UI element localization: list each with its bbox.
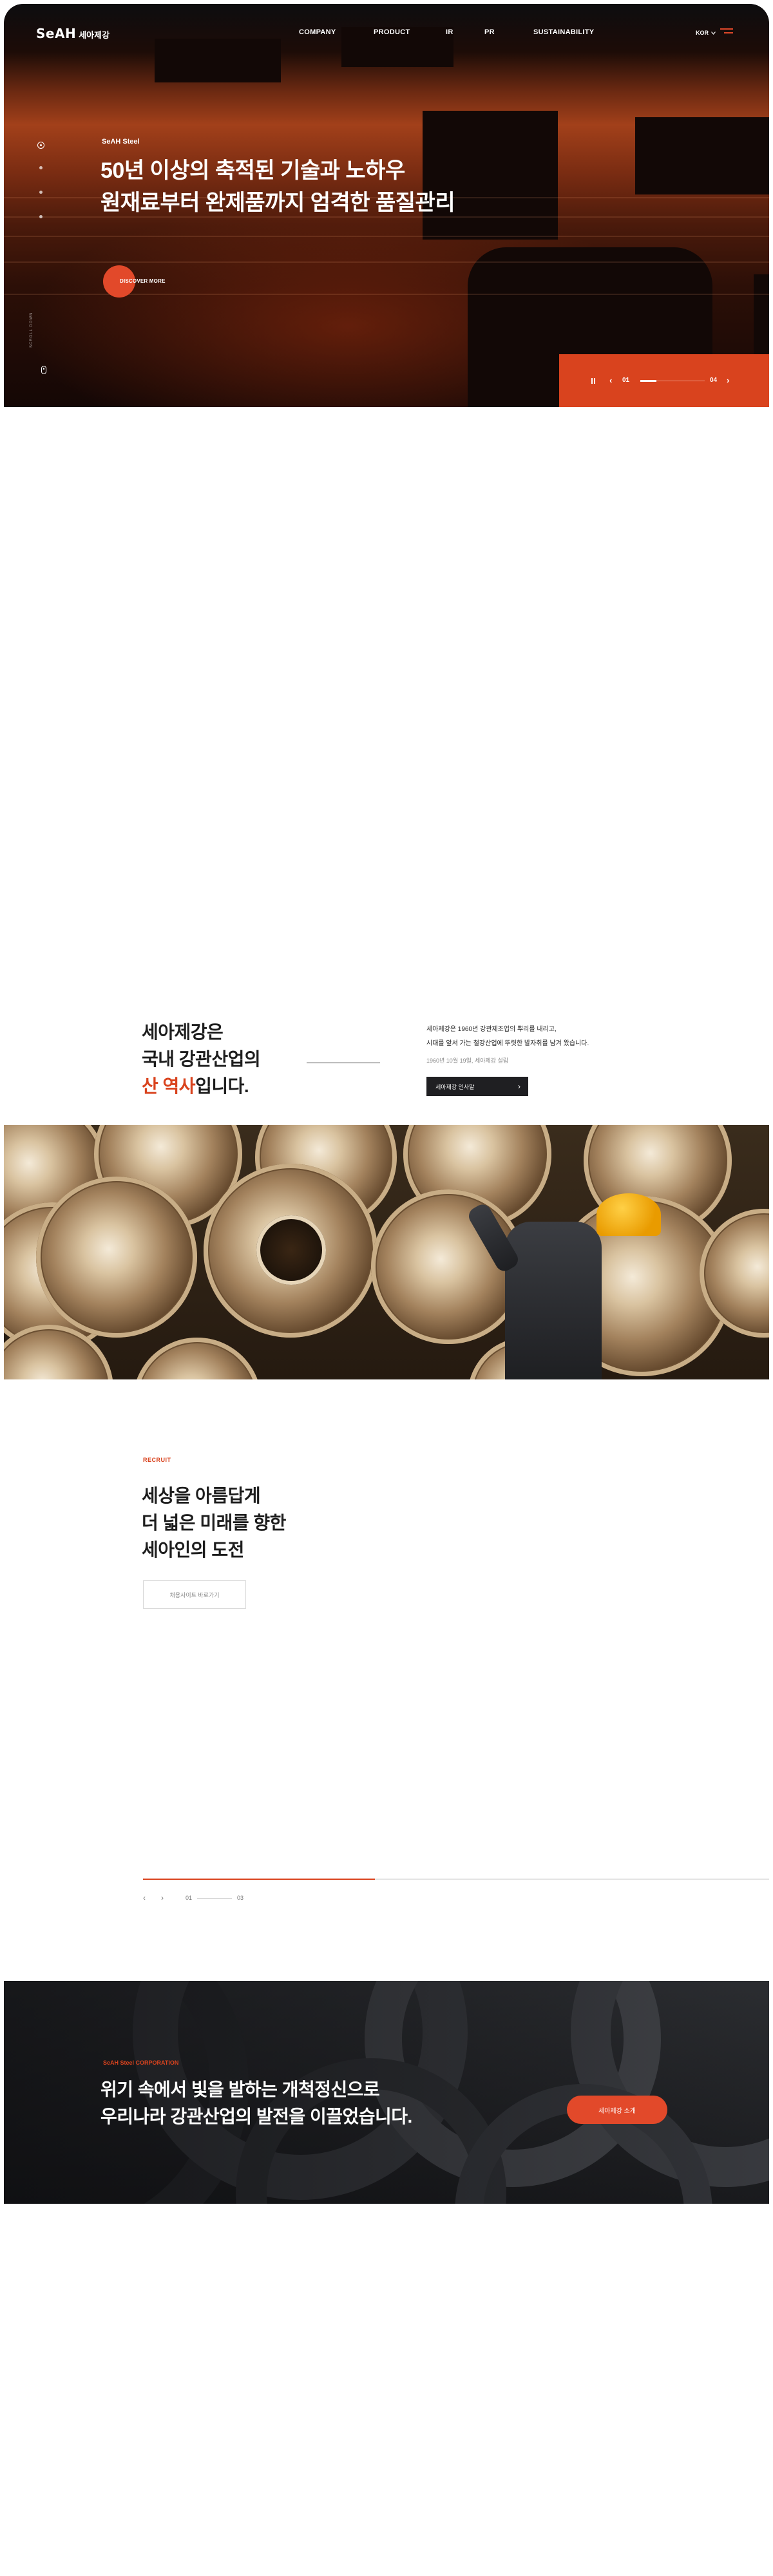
recruit-slide-total: 03 [237,1895,244,1901]
corporation-title: 위기 속에서 빛을 발하는 개척정신으로 우리나라 강관산업의 발전을 이끌었습… [100,2076,412,2130]
hamburger-menu-icon[interactable] [720,28,733,37]
nav-item-ir[interactable]: IR [446,28,453,36]
nav-item-product[interactable]: PRODUCT [374,28,410,36]
corporation-title-line2: 우리나라 강관산업의 발전을 이끌었습니다. [100,2107,412,2126]
intro-title: 세아제강은 국내 강관산업의 산 역사입니다. [142,1019,261,1100]
prev-arrow-icon[interactable]: ‹ [143,1893,146,1902]
language-selector[interactable]: KOR [696,30,716,36]
hero-background-structure [754,274,769,358]
scroll-down-label: SCROLL DOWN [30,312,33,348]
recruit-title-line2: 더 넓은 미래를 향한 [142,1513,286,1533]
language-label: KOR [696,30,709,36]
corporation-title-line1: 위기 속에서 빛을 발하는 개척정신으로 [100,2079,380,2099]
intro-desc-line2: 시대를 앞서 가는 철강산업에 뚜렷한 발자취를 남겨 왔습니다. [426,1040,589,1047]
hero-dot-1[interactable] [37,142,44,149]
hero-title-line1: 50년 이상의 축적된 기술과 노하우 [100,158,405,183]
mouse-scroll-icon [41,366,46,374]
nav-item-company[interactable]: COMPANY [299,28,336,36]
chevron-right-icon: › [518,1082,520,1091]
recruit-slide-divider [197,1898,232,1899]
hero-title: 50년 이상의 축적된 기술과 노하우 원재료부터 완제품까지 엄격한 품질관리 [100,155,455,219]
recruit-site-button[interactable]: 채용사이트 바로가기 [143,1580,246,1609]
intro-title-line3: 산 역사입니다. [142,1073,260,1100]
global-nav: COMPANY PRODUCT IR PR SUSTAINABILITY [0,28,773,41]
intro-description: 세아제강은 1960년 강관제조업의 뿌리를 내리고, 시대를 앞서 가는 철강… [426,1023,589,1051]
recruit-kicker: RECRUIT [143,1457,171,1463]
next-slide-icon[interactable]: › [727,375,729,385]
hard-hat-icon [596,1193,661,1236]
nav-item-pr[interactable]: PR [484,28,495,36]
intro-desc-line1: 세아제강은 1960년 강관제조업의 뿌리를 내리고, [426,1026,557,1033]
hero-title-line2: 원재료부터 완제품까지 엄격한 품질관리 [100,191,455,215]
hero-slide-total: 04 [710,377,718,384]
hero-background-structure [155,39,281,82]
discover-more-label: DISCOVER MORE [120,278,166,284]
hero-slide-current: 01 [622,377,630,384]
intro-title-accent: 산 역사 [142,1076,196,1096]
hero-background-structure [635,117,769,194]
nav-item-sustainability[interactable]: SUSTAINABILITY [533,28,594,36]
next-arrow-icon[interactable]: › [161,1893,164,1902]
greeting-button[interactable]: 세아제강 인사말 › [426,1077,528,1096]
corporation-kicker: SeAH Steel CORPORATION [103,2060,179,2066]
hero-progress-fill [640,380,656,382]
intro-title-line1: 세아제강은 [142,1022,224,1042]
hero-kicker: SeAH Steel [102,138,140,146]
recruit-title-line1: 세상을 아름답게 [142,1486,261,1506]
recruit-slider-track[interactable] [143,1879,769,1880]
hero-dot-4[interactable] [39,215,43,218]
greeting-button-label: 세아제강 인사말 [435,1083,475,1090]
hero-dot-3[interactable] [39,191,43,194]
worker-figure [505,1222,602,1379]
hero-dot-2[interactable] [39,166,43,169]
intro-title-line2: 국내 강관산업의 [142,1049,261,1069]
steel-pipes-image [4,1125,769,1379]
recruit-slide-current: 01 [186,1895,193,1901]
recruit-slider-fill [143,1879,375,1880]
company-intro-button[interactable]: 세아제강 소개 [567,2096,667,2124]
intro-founding-date: 1960년 10월 19일, 세아제강 설립 [426,1057,509,1064]
prev-slide-icon[interactable]: ‹ [609,375,612,385]
intro-title-suffix: 입니다. [195,1076,249,1096]
pause-icon[interactable] [591,378,596,384]
recruit-title-line3: 세아인의 도전 [142,1540,244,1560]
recruit-title: 세상을 아름답게 더 넓은 미래를 향한 세아인의 도전 [142,1482,286,1564]
chevron-down-icon [711,31,716,35]
